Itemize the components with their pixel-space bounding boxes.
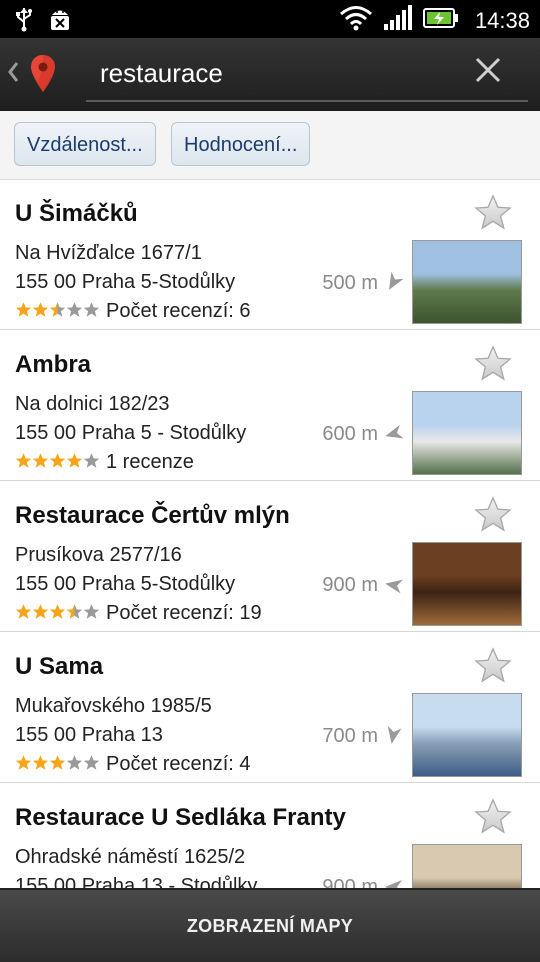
rating-star-icon [83,452,100,474]
favorite-star-icon[interactable] [474,194,512,235]
wifi-icon [339,4,373,37]
rating-stars [15,603,100,625]
list-item[interactable]: U Šimáčků Na Hvížďalce 1677/1 155 00 Praha… [0,180,540,330]
clock: 14:38 [474,7,530,33]
direction-arrow-icon [382,423,404,450]
results-list[interactable]: U Šimáčků Na Hvížďalce 1677/1 155 00 Praha… [0,180,540,888]
place-photo[interactable] [412,844,522,888]
address-street: Ohradské náměstí 1625/2 [15,846,246,868]
search-underline [86,100,528,102]
favorite-star-icon[interactable] [474,798,512,839]
clear-icon[interactable] [474,56,502,89]
direction-arrow-icon [382,725,404,752]
usb-icon [14,6,34,39]
rating-star-icon [83,301,100,323]
filter-bar: Vzdálenost... Hodnocení... [0,111,540,180]
android-debug-icon [48,6,72,39]
rating-stars [15,754,100,776]
address-street: Na dolnici 182/23 [15,393,170,415]
rating-star-icon [49,452,66,474]
distance: 500 m [322,272,378,294]
rating-star-icon [32,301,49,323]
address-street: Na Hvížďalce 1677/1 [15,242,202,264]
address-city: 155 00 Praha 13 - Stodůlky [15,875,258,888]
distance: 900 m [322,876,378,888]
status-bar: 14:38 [0,0,540,38]
place-photo[interactable] [412,693,522,777]
rating: Počet recenzí: 19 [15,602,262,625]
battery-charging-icon [422,7,459,34]
rating-star-icon [66,301,83,323]
address-city: 155 00 Praha 13 [15,724,163,746]
maps-pin-icon[interactable] [30,54,56,99]
rating-star-icon [66,452,83,474]
list-item[interactable]: U Sama Mukařovského 1985/5 155 00 Praha 13… [0,633,540,783]
rating-star-icon [15,301,32,323]
list-item[interactable]: Restaurace Čertův mlýn Prusíkova 2577/16 1… [0,482,540,632]
rating-star-icon [83,754,100,776]
rating-stars [15,452,100,474]
favorite-star-icon[interactable] [474,647,512,688]
rating: 1 recenze [15,451,194,474]
favorite-star-icon[interactable] [474,496,512,537]
search-bar: restaurace [0,38,540,111]
review-count: Počet recenzí: 19 [106,602,262,624]
favorite-star-icon[interactable] [474,345,512,386]
list-item[interactable]: Restaurace U Sedláka Franty Ohradské námě… [0,784,540,888]
rating-stars [15,301,100,323]
review-count: Počet recenzí: 6 [106,300,251,322]
rating-star-icon [15,754,32,776]
address-city: 155 00 Praha 5 - Stodůlky [15,422,247,444]
rating-star-icon [32,452,49,474]
rating-star-icon [49,754,66,776]
rating-star-icon [83,603,100,625]
rating-filter-button[interactable]: Hodnocení... [171,122,311,166]
signal-icon [383,4,413,37]
address-street: Mukařovského 1985/5 [15,695,212,717]
place-photo[interactable] [412,542,522,626]
place-name: Restaurace Čertův mlýn [15,502,290,529]
review-count: Počet recenzí: 4 [106,753,251,775]
rating-star-icon [66,754,83,776]
place-name: U Sama [15,653,104,680]
address-city: 155 00 Praha 5-Stodůlky [15,573,236,595]
direction-arrow-icon [382,271,404,299]
place-photo[interactable] [412,240,522,324]
distance: 600 m [322,423,378,445]
list-item[interactable]: Ambra Na dolnici 182/23 155 00 Praha 5 - S… [0,331,540,481]
rating-star-icon [15,452,32,474]
place-name: U Šimáčků [15,200,138,227]
address-city: 155 00 Praha 5-Stodůlky [15,271,236,293]
rating: Počet recenzí: 4 [15,753,251,776]
bottom-bar: ZOBRAZENÍ MAPY [0,888,540,962]
rating-star-icon [15,603,32,625]
search-input[interactable]: restaurace [100,58,223,89]
distance: 700 m [322,725,378,747]
rating-star-icon [49,603,66,625]
rating-star-icon [32,603,49,625]
direction-arrow-icon [382,574,404,601]
address-street: Prusíkova 2577/16 [15,544,182,566]
rating-star-icon [49,301,66,323]
place-name: Restaurace U Sedláka Franty [15,804,346,831]
distance: 900 m [322,574,378,596]
direction-arrow-icon [382,876,404,888]
rating-star-icon [66,603,83,625]
back-chevron-icon[interactable] [6,60,20,91]
rating-star-icon [32,754,49,776]
place-name: Ambra [15,351,92,378]
place-photo[interactable] [412,391,522,475]
show-map-button[interactable]: ZOBRAZENÍ MAPY [0,890,540,962]
distance-filter-button[interactable]: Vzdálenost... [14,122,156,166]
review-count: 1 recenze [106,451,194,473]
rating: Počet recenzí: 6 [15,300,251,323]
